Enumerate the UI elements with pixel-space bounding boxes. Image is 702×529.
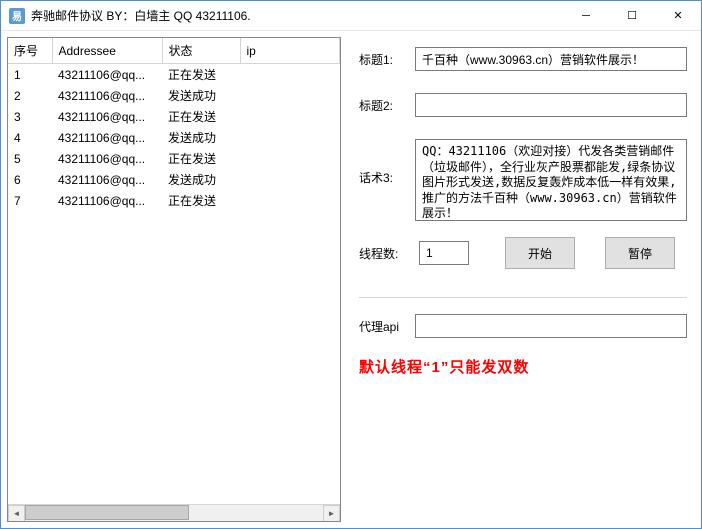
table-row[interactable]: 343211106@qq...正在发送 bbox=[8, 106, 340, 127]
cell-status: 正在发送 bbox=[162, 64, 240, 86]
title2-row: 标题2: bbox=[359, 93, 687, 117]
cell-ip bbox=[240, 106, 340, 127]
thread-label: 线程数: bbox=[359, 245, 409, 262]
header-ip[interactable]: ip bbox=[240, 38, 340, 64]
right-panel: 标题1: 标题2: 话术3: 线程数: 开始 暂停 代理api 默认线程“1”只… bbox=[341, 37, 695, 522]
warning-text: 默认线程“1”只能发双数 bbox=[359, 356, 687, 377]
cell-ip bbox=[240, 64, 340, 86]
table-header-row: 序号 Addressee 状态 ip bbox=[8, 38, 340, 64]
scroll-right-arrow[interactable]: ► bbox=[323, 505, 340, 522]
pause-button[interactable]: 暂停 bbox=[605, 237, 675, 269]
table-row[interactable]: 443211106@qq...发送成功 bbox=[8, 127, 340, 148]
cell-status: 正在发送 bbox=[162, 148, 240, 169]
cell-addressee: 43211106@qq... bbox=[52, 127, 162, 148]
mail-table[interactable]: 序号 Addressee 状态 ip 143211106@qq...正在发送24… bbox=[8, 38, 340, 211]
header-addressee[interactable]: Addressee bbox=[52, 38, 162, 64]
close-button[interactable]: ✕ bbox=[655, 1, 701, 30]
table-row[interactable]: 243211106@qq...发送成功 bbox=[8, 85, 340, 106]
cell-status: 正在发送 bbox=[162, 106, 240, 127]
proxy-row: 代理api bbox=[359, 314, 687, 338]
start-button[interactable]: 开始 bbox=[505, 237, 575, 269]
cell-ip bbox=[240, 190, 340, 211]
divider bbox=[359, 297, 687, 298]
window-title: 奔驰邮件协议 BY：白墙主 QQ 43211106. bbox=[31, 7, 563, 24]
table-row[interactable]: 543211106@qq...正在发送 bbox=[8, 148, 340, 169]
table-row[interactable]: 743211106@qq...正在发送 bbox=[8, 190, 340, 211]
proxy-input[interactable] bbox=[415, 314, 687, 338]
cell-seq: 1 bbox=[8, 64, 52, 86]
cell-status: 发送成功 bbox=[162, 127, 240, 148]
cell-addressee: 43211106@qq... bbox=[52, 190, 162, 211]
cell-seq: 7 bbox=[8, 190, 52, 211]
scroll-left-arrow[interactable]: ◄ bbox=[8, 505, 25, 522]
cell-ip bbox=[240, 85, 340, 106]
title2-input[interactable] bbox=[415, 93, 687, 117]
cell-addressee: 43211106@qq... bbox=[52, 85, 162, 106]
cell-ip bbox=[240, 127, 340, 148]
maximize-button[interactable]: ☐ bbox=[609, 1, 655, 30]
cell-ip bbox=[240, 148, 340, 169]
cell-ip bbox=[240, 169, 340, 190]
script3-label: 话术3: bbox=[359, 139, 409, 186]
titlebar: 易 奔驰邮件协议 BY：白墙主 QQ 43211106. ─ ☐ ✕ bbox=[1, 1, 701, 31]
header-seq[interactable]: 序号 bbox=[8, 38, 52, 64]
script3-textarea[interactable] bbox=[415, 139, 687, 221]
cell-seq: 6 bbox=[8, 169, 52, 190]
cell-status: 正在发送 bbox=[162, 190, 240, 211]
thread-row: 线程数: 开始 暂停 bbox=[359, 237, 687, 269]
title1-input[interactable] bbox=[415, 47, 687, 71]
cell-seq: 4 bbox=[8, 127, 52, 148]
script3-row: 话术3: bbox=[359, 139, 687, 221]
content-area: 序号 Addressee 状态 ip 143211106@qq...正在发送24… bbox=[1, 31, 701, 528]
table-row[interactable]: 143211106@qq...正在发送 bbox=[8, 64, 340, 86]
minimize-button[interactable]: ─ bbox=[563, 1, 609, 30]
cell-addressee: 43211106@qq... bbox=[52, 148, 162, 169]
title1-label: 标题1: bbox=[359, 47, 409, 68]
cell-status: 发送成功 bbox=[162, 85, 240, 106]
title2-label: 标题2: bbox=[359, 93, 409, 114]
scroll-track[interactable] bbox=[25, 505, 323, 521]
cell-seq: 3 bbox=[8, 106, 52, 127]
horizontal-scrollbar[interactable]: ◄ ► bbox=[8, 504, 340, 521]
table-container: 序号 Addressee 状态 ip 143211106@qq...正在发送24… bbox=[7, 37, 341, 522]
cell-seq: 2 bbox=[8, 85, 52, 106]
title1-row: 标题1: bbox=[359, 47, 687, 71]
scroll-thumb[interactable] bbox=[25, 505, 189, 520]
cell-seq: 5 bbox=[8, 148, 52, 169]
header-status[interactable]: 状态 bbox=[162, 38, 240, 64]
cell-status: 发送成功 bbox=[162, 169, 240, 190]
table-row[interactable]: 643211106@qq...发送成功 bbox=[8, 169, 340, 190]
window-controls: ─ ☐ ✕ bbox=[563, 1, 701, 30]
cell-addressee: 43211106@qq... bbox=[52, 106, 162, 127]
proxy-label: 代理api bbox=[359, 314, 409, 335]
app-icon: 易 bbox=[9, 8, 25, 24]
cell-addressee: 43211106@qq... bbox=[52, 169, 162, 190]
thread-input[interactable] bbox=[419, 241, 469, 265]
left-panel: 序号 Addressee 状态 ip 143211106@qq...正在发送24… bbox=[7, 37, 341, 522]
cell-addressee: 43211106@qq... bbox=[52, 64, 162, 86]
